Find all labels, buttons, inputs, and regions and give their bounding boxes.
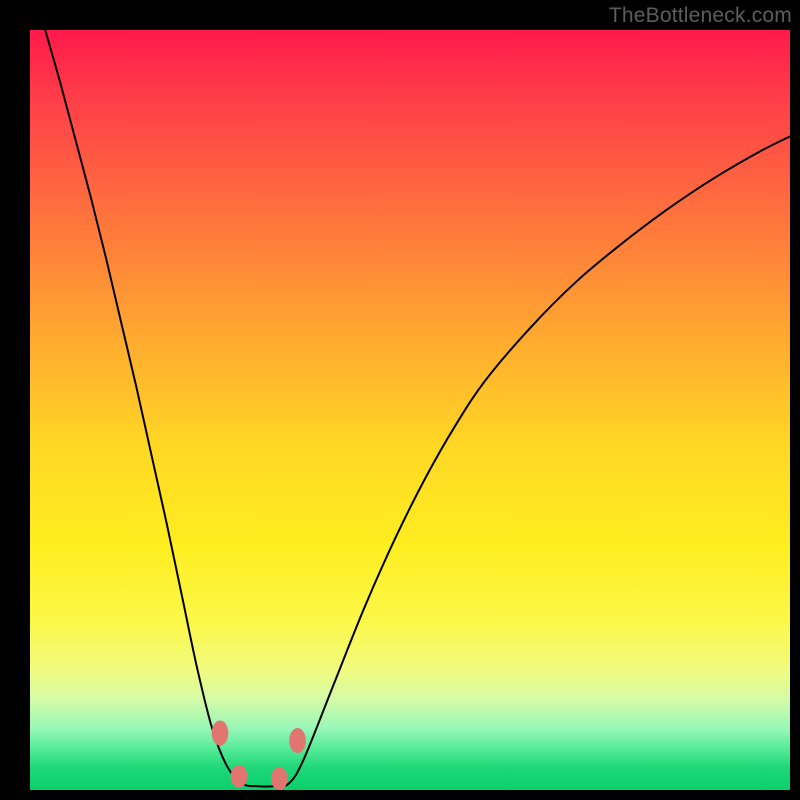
bottleneck-curve — [30, 30, 790, 790]
curve-marker — [212, 720, 229, 745]
curve-marker — [289, 728, 306, 753]
watermark-label: TheBottleneck.com — [609, 4, 792, 28]
curve-marker — [231, 765, 248, 788]
curve-marker — [271, 767, 288, 790]
curve-line — [45, 30, 790, 787]
chart-plot-area — [30, 30, 790, 790]
